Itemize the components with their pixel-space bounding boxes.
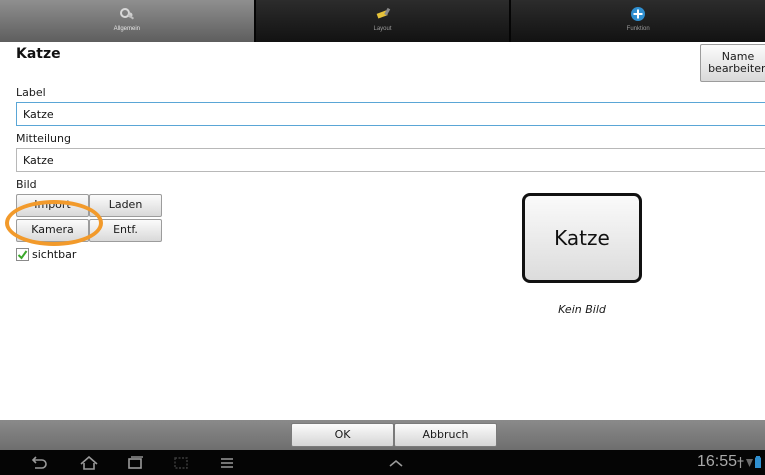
status-icons <box>737 456 761 468</box>
recent-apps-icon[interactable] <box>124 455 146 471</box>
camera-button[interactable]: Kamera <box>16 219 89 242</box>
label-input[interactable]: Katze <box>16 102 765 126</box>
tab-layout[interactable]: Layout <box>255 0 512 42</box>
signal-icon <box>746 458 753 467</box>
tab-bar: Allgemein Layout Funktion <box>0 0 765 42</box>
plus-circle-icon <box>627 3 649 25</box>
back-icon[interactable] <box>28 455 50 471</box>
message-caption: Mitteilung <box>16 132 71 145</box>
action-bar: OK Abbruch <box>0 420 765 450</box>
wrench-icon <box>116 3 138 25</box>
no-image-text: Kein Bild <box>558 303 606 316</box>
home-icon[interactable] <box>78 455 100 471</box>
message-input[interactable]: Katze <box>16 148 765 172</box>
tab-allgemein[interactable]: Allgemein <box>0 0 256 42</box>
battery-icon <box>755 456 761 468</box>
visible-checkbox-row[interactable]: sichtbar <box>16 248 76 261</box>
tab-label: Allgemein <box>113 26 141 32</box>
preview-tile: Katze <box>522 193 642 283</box>
tab-label: Layout <box>373 26 392 32</box>
edit-name-button[interactable]: Name bearbeiten <box>700 44 765 82</box>
visible-checkbox[interactable] <box>16 248 29 261</box>
screenshot-icon[interactable] <box>170 455 192 471</box>
paintbrush-icon <box>372 3 394 25</box>
usb-icon <box>737 456 744 468</box>
load-button[interactable]: Laden <box>89 194 162 217</box>
menu-icon[interactable] <box>216 455 238 471</box>
cancel-button[interactable]: Abbruch <box>394 423 497 447</box>
label-caption: Label <box>16 86 46 99</box>
chevron-up-icon[interactable] <box>385 455 407 471</box>
import-button[interactable]: Import <box>16 194 89 217</box>
tab-funktion[interactable]: Funktion <box>511 0 765 42</box>
visible-label: sichtbar <box>32 248 77 261</box>
delete-button[interactable]: Entf. <box>89 219 162 242</box>
preview-tile-label: Katze <box>554 226 610 250</box>
status-clock: 16:55 <box>696 453 737 470</box>
page-title: Katze <box>16 46 61 62</box>
image-caption: Bild <box>16 178 37 191</box>
ok-button[interactable]: OK <box>291 423 394 447</box>
checkmark-icon <box>17 250 28 260</box>
system-bar: 16:55 <box>0 450 765 475</box>
tab-label: Funktion <box>626 26 650 32</box>
